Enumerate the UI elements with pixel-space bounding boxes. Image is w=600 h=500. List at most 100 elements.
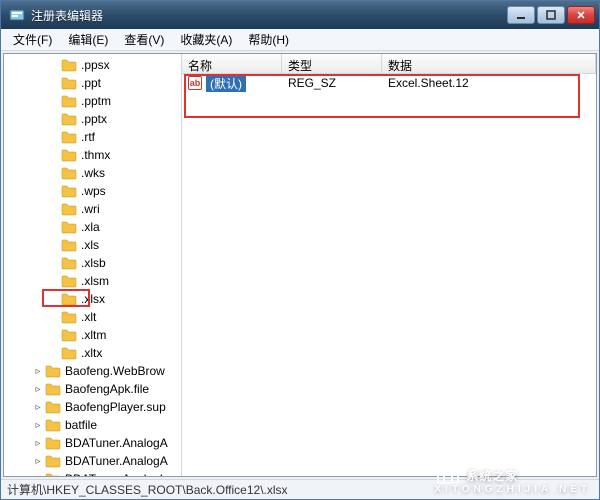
folder-icon: [45, 454, 61, 468]
tree-item[interactable]: .xlsm: [4, 272, 181, 290]
tree-item-label: Baofeng.WebBrow: [65, 364, 165, 378]
tree-item-label: BDATuner.AnalogA: [65, 454, 168, 468]
folder-icon: [61, 256, 77, 270]
tree-item[interactable]: ▹ Baofeng.WebBrow: [4, 362, 181, 380]
tree-item[interactable]: ▹BDATuner.AnalogL: [4, 470, 181, 476]
string-value-icon: ab: [188, 76, 202, 90]
tree-item-label: .xltm: [81, 328, 106, 342]
menu-favorites[interactable]: 收藏夹(A): [172, 29, 240, 50]
expander-icon[interactable]: ▹: [32, 401, 44, 413]
folder-icon: [61, 328, 77, 342]
expander-icon[interactable]: [48, 167, 60, 179]
title-bar: 注册表编辑器: [1, 1, 599, 29]
tree-item[interactable]: .xltm: [4, 326, 181, 344]
registry-values-list: 名称 类型 数据 ab(默认)REG_SZExcel.Sheet.12: [182, 54, 596, 476]
list-header: 名称 类型 数据: [182, 54, 596, 74]
tree-item[interactable]: .xltx: [4, 344, 181, 362]
expander-icon[interactable]: ▹: [32, 437, 44, 449]
expander-icon[interactable]: [48, 95, 60, 107]
tree-item[interactable]: .xlsx: [4, 290, 181, 308]
expander-icon[interactable]: [48, 293, 60, 305]
tree-item[interactable]: .wri: [4, 200, 181, 218]
expander-icon[interactable]: [48, 77, 60, 89]
expander-icon[interactable]: [48, 329, 60, 341]
column-type[interactable]: 类型: [282, 54, 382, 73]
tree-item[interactable]: .pptx: [4, 110, 181, 128]
tree-item-label: .thmx: [81, 148, 110, 162]
tree-item-label: .xlt: [81, 310, 96, 324]
expander-icon[interactable]: [48, 185, 60, 197]
folder-icon: [45, 400, 61, 414]
tree-item[interactable]: .rtf: [4, 128, 181, 146]
folder-icon: [61, 220, 77, 234]
tree-item[interactable]: .xla: [4, 218, 181, 236]
folder-icon: [61, 274, 77, 288]
tree-item[interactable]: ▹ BaofengApk.file: [4, 380, 181, 398]
expander-icon[interactable]: [48, 149, 60, 161]
tree-item[interactable]: ▹ batfile: [4, 416, 181, 434]
minimize-button[interactable]: [507, 6, 535, 24]
tree-item-label: .xlsb: [81, 256, 106, 270]
tree-item[interactable]: ▹ BaofengPlayer.sup: [4, 398, 181, 416]
folder-icon: [61, 238, 77, 252]
expander-icon[interactable]: [48, 113, 60, 125]
column-data[interactable]: 数据: [382, 54, 596, 73]
tree-item-label: batfile: [65, 418, 97, 432]
folder-icon: [61, 130, 77, 144]
close-button[interactable]: [567, 6, 595, 24]
tree-item[interactable]: .ppt: [4, 74, 181, 92]
tree-item-label: .wks: [81, 166, 105, 180]
status-path: 计算机\HKEY_CLASSES_ROOT\Back.Office12\.xls…: [7, 481, 288, 498]
expander-icon[interactable]: ▹: [32, 419, 44, 431]
tree-item[interactable]: .wks: [4, 164, 181, 182]
tree-item[interactable]: .xls: [4, 236, 181, 254]
expander-icon[interactable]: [48, 203, 60, 215]
tree-item[interactable]: .xlt: [4, 308, 181, 326]
expander-icon[interactable]: [48, 275, 60, 287]
tree-item-label: .pptx: [81, 112, 107, 126]
tree-item[interactable]: .thmx: [4, 146, 181, 164]
expander-icon[interactable]: [48, 257, 60, 269]
tree-item[interactable]: ▹BDATuner.AnalogA: [4, 434, 181, 452]
column-name[interactable]: 名称: [182, 54, 282, 73]
expander-icon[interactable]: [48, 347, 60, 359]
list-row[interactable]: ab(默认)REG_SZExcel.Sheet.12: [182, 74, 596, 92]
registry-tree[interactable]: .ppsx .ppt .pptm .pptx .rtf .thmx .wks .wps .wri…: [4, 54, 182, 476]
tree-item[interactable]: .pptm: [4, 92, 181, 110]
folder-icon: [61, 112, 77, 126]
tree-item-label: .xls: [81, 238, 99, 252]
window-frame: 注册表编辑器 文件(F) 编辑(E) 查看(V) 收藏夹(A) 帮助(H) .p…: [0, 0, 600, 500]
expander-icon[interactable]: ▹: [32, 455, 44, 467]
maximize-button[interactable]: [537, 6, 565, 24]
folder-icon: [45, 364, 61, 378]
folder-icon: [45, 472, 61, 476]
tree-item[interactable]: ▹ BDATuner.AnalogA: [4, 452, 181, 470]
expander-icon[interactable]: [48, 311, 60, 323]
tree-item-label: BaofengApk.file: [65, 382, 149, 396]
tree-item-label: .xlsx: [81, 292, 105, 306]
menu-view[interactable]: 查看(V): [116, 29, 172, 50]
folder-icon: [61, 310, 77, 324]
tree-item[interactable]: .xlsb: [4, 254, 181, 272]
list-body[interactable]: ab(默认)REG_SZExcel.Sheet.12: [182, 74, 596, 476]
tree-item[interactable]: .ppsx: [4, 56, 181, 74]
folder-icon: [61, 184, 77, 198]
tree-item-label: BaofengPlayer.sup: [65, 400, 166, 414]
folder-icon: [61, 58, 77, 72]
expander-icon[interactable]: [48, 131, 60, 143]
folder-icon: [45, 418, 61, 432]
expander-icon[interactable]: [48, 239, 60, 251]
menu-edit[interactable]: 编辑(E): [60, 29, 116, 50]
status-bar: 计算机\HKEY_CLASSES_ROOT\Back.Office12\.xls…: [1, 479, 599, 499]
menu-file[interactable]: 文件(F): [5, 29, 60, 50]
menu-help[interactable]: 帮助(H): [240, 29, 297, 50]
tree-item-label: .wps: [81, 184, 106, 198]
expander-icon[interactable]: ▹: [32, 383, 44, 395]
expander-icon[interactable]: [48, 59, 60, 71]
tree-item[interactable]: .wps: [4, 182, 181, 200]
expander-icon[interactable]: [48, 221, 60, 233]
expander-icon[interactable]: ▹: [32, 473, 44, 476]
expander-icon[interactable]: ▹: [32, 365, 44, 377]
tree-item-label: .ppt: [81, 76, 101, 90]
folder-icon: [45, 436, 61, 450]
